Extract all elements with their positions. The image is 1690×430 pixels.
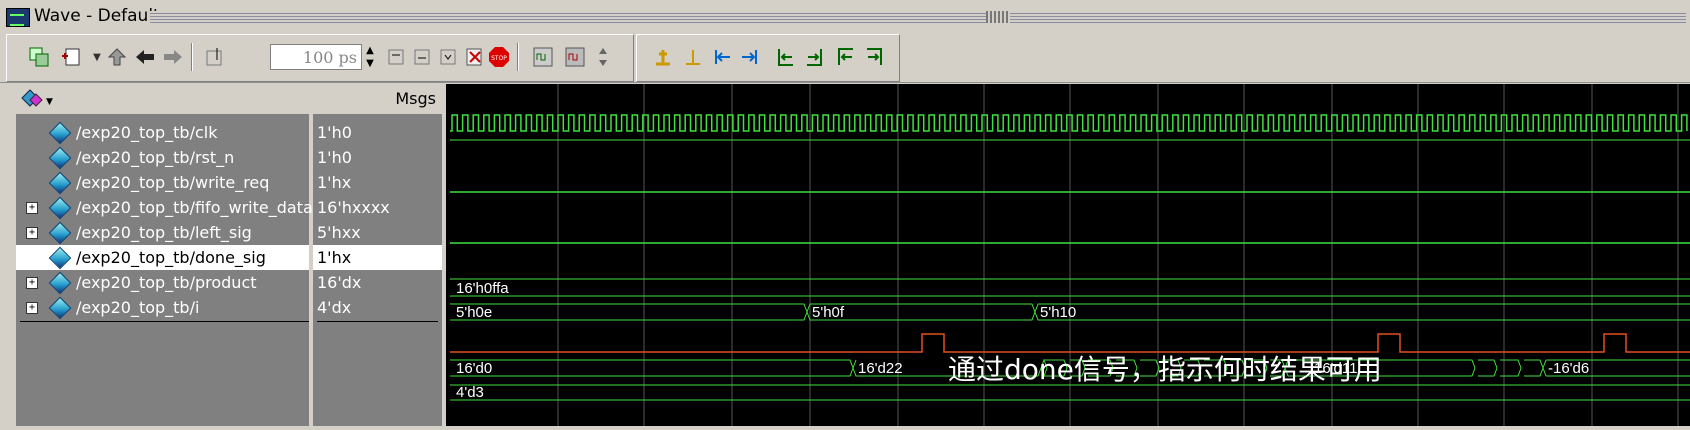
cursor-next-icon[interactable]: [737, 44, 761, 70]
i-value: 4'd3: [456, 384, 484, 401]
signal-icon: [48, 171, 72, 195]
value-cell: 1'hx: [317, 173, 352, 192]
time-step-input[interactable]: 100 ps: [270, 44, 362, 70]
list-end-line: [20, 321, 309, 322]
signal-icon: [48, 296, 72, 320]
edge-falling-icon[interactable]: [833, 44, 857, 70]
fifo-write-data-value: 16'h0ffa: [456, 280, 509, 297]
signal-icon: [48, 146, 72, 170]
signal-values-panel: 1'h0 1'h0 1'hx 16'hxxxx 5'hxx 1'hx 16'dx…: [313, 114, 442, 426]
msgs-header[interactable]: Msgs: [313, 84, 442, 115]
svg-text:STOP: STOP: [491, 55, 507, 62]
zoom-out-icon[interactable]: [411, 44, 435, 70]
window-title: Wave - Default: [34, 6, 160, 26]
expand-icon[interactable]: +: [26, 277, 38, 289]
wave-format-icon[interactable]: [563, 44, 587, 70]
up-arrow-icon[interactable]: [105, 44, 129, 70]
signal-icon: [48, 121, 72, 145]
app-icon: [6, 8, 30, 27]
left-sig-value: 5'h10: [1040, 304, 1076, 321]
signal-row[interactable]: +/exp20_top_tb/left_sig: [16, 220, 309, 245]
wave-display-icon[interactable]: [531, 44, 555, 70]
toolbar-group-main: ▼ 100 ps ▲ ▼ STOP: [6, 34, 634, 82]
expand-icon[interactable]: +: [26, 302, 38, 314]
value-cell-selected: 1'hx: [313, 245, 442, 270]
zoom-in-icon[interactable]: [385, 44, 409, 70]
list-end-line: [317, 321, 438, 322]
signal-row[interactable]: +/exp20_top_tb/product: [16, 270, 309, 295]
signal-filter-icon[interactable]: ▼: [20, 88, 54, 114]
value-cell: 4'dx: [317, 298, 352, 317]
names-header[interactable]: ▼: [16, 84, 309, 115]
signal-row[interactable]: /exp20_top_tb/clk: [16, 120, 309, 145]
product-value: 16'd22: [858, 360, 903, 377]
signal-icon: [48, 196, 72, 220]
annotation-text: 通过done信号，指示何时结果可用: [948, 353, 1382, 386]
toolbar-separator: [191, 43, 193, 71]
edge-next-icon[interactable]: [803, 44, 827, 70]
toolbar: ▼ 100 ps ▲ ▼ STOP: [0, 34, 1690, 83]
signal-names-panel: /exp20_top_tb/clk /exp20_top_tb/rst_n /e…: [16, 114, 313, 426]
expand-icon[interactable]: +: [26, 227, 38, 239]
zoom-full-icon[interactable]: [437, 44, 461, 70]
edge-rising-icon[interactable]: [863, 44, 887, 70]
drag-icon[interactable]: [591, 44, 615, 70]
left-sig-value: 5'h0e: [456, 304, 492, 321]
open-format-icon[interactable]: [59, 44, 83, 70]
value-cell: 16'dx: [317, 273, 362, 292]
signal-icon: [48, 221, 72, 245]
right-arrow-icon[interactable]: [161, 44, 185, 70]
wave-panel[interactable]: 16'h0ffa 5'h0e 5'h0f 5'h10 16'd0 16'd22 …: [446, 84, 1690, 426]
stop-icon[interactable]: STOP: [487, 44, 511, 70]
title-drag-lines[interactable]: [150, 11, 1686, 23]
msgs-header-label: Msgs: [395, 89, 436, 108]
delete-icon[interactable]: [463, 44, 487, 70]
remove-cursor-icon[interactable]: [681, 44, 705, 70]
signal-row[interactable]: /exp20_top_tb/write_req: [16, 170, 309, 195]
expand-icon[interactable]: +: [26, 202, 38, 214]
edge-prev-icon[interactable]: [773, 44, 797, 70]
signal-row[interactable]: +/exp20_top_tb/i: [16, 295, 309, 320]
add-cursor-icon[interactable]: [651, 44, 675, 70]
cursor-prev-icon[interactable]: [711, 44, 735, 70]
toolbar-group-cursors: [636, 34, 900, 82]
left-sig-value: 5'h0f: [812, 304, 845, 321]
signal-icon: [48, 246, 72, 270]
signal-row[interactable]: /exp20_top_tb/rst_n: [16, 145, 309, 170]
value-cell: 16'hxxxx: [317, 198, 390, 217]
value-cell: 1'h0: [317, 148, 352, 167]
signal-row[interactable]: +/exp20_top_tb/fifo_write_data: [16, 195, 313, 220]
time-step-spinner[interactable]: ▲ ▼: [363, 44, 377, 70]
signal-icon: [48, 271, 72, 295]
title-bar: Wave - Default: [0, 0, 1690, 35]
value-cell: 1'h0: [317, 123, 352, 142]
toolbar-separator: [517, 43, 519, 71]
cursor-insert-icon[interactable]: [203, 44, 227, 70]
signal-row-selected[interactable]: /exp20_top_tb/done_sig: [16, 245, 309, 270]
svg-text:▼: ▼: [46, 97, 53, 107]
product-value: -16'd6: [1548, 360, 1589, 377]
product-value: 16'd0: [456, 360, 492, 377]
save-format-icon[interactable]: [27, 44, 51, 70]
clk-trace: [450, 114, 1688, 132]
title-grip[interactable]: [986, 11, 1010, 23]
left-arrow-icon[interactable]: [133, 44, 157, 70]
value-cell: 5'hxx: [317, 223, 361, 242]
